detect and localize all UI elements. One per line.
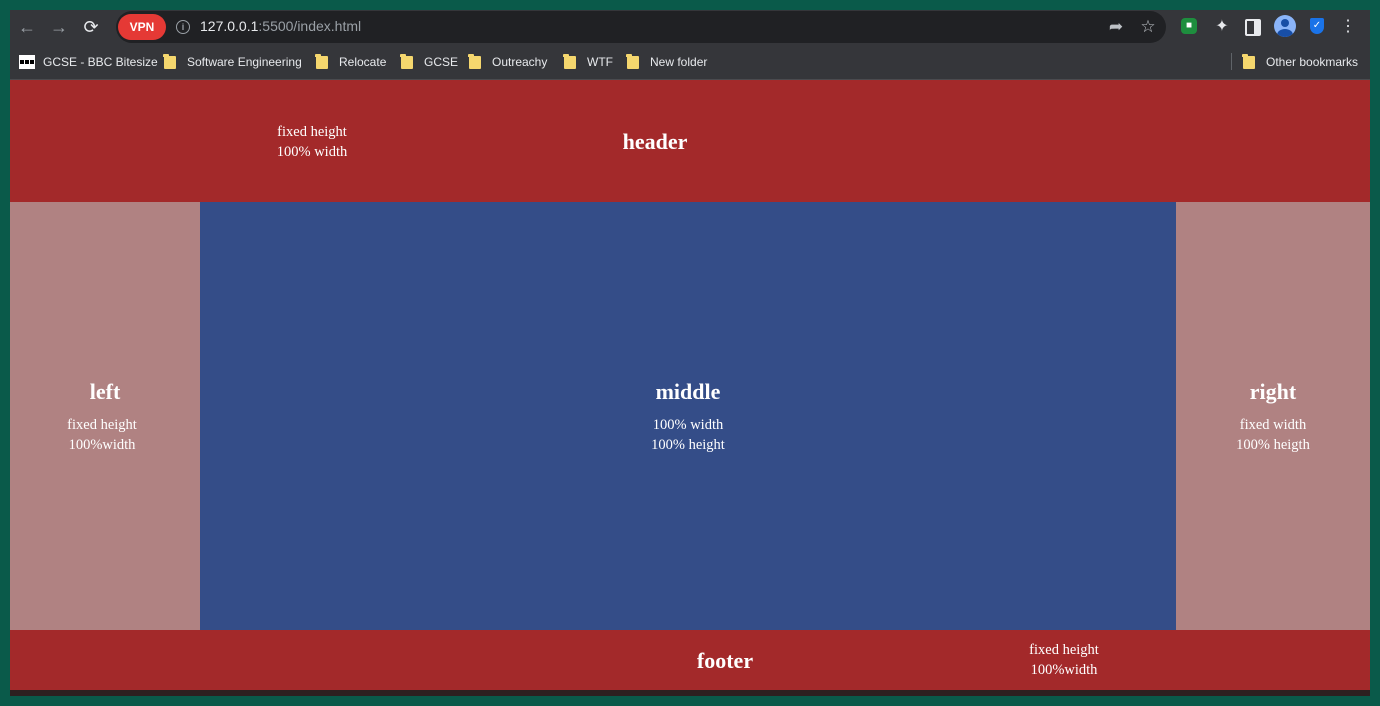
- forward-button[interactable]: →: [47, 15, 71, 39]
- bookmark-label: GCSE - BBC Bitesize: [43, 55, 158, 69]
- url-host: 127.0.0.1: [200, 18, 259, 34]
- folder-icon: [626, 53, 639, 69]
- extensions-puzzle-icon[interactable]: ✦: [1210, 15, 1234, 39]
- folder-icon: [468, 53, 481, 69]
- browser-toolbar: ← → ⟳ VPN i 127.0.0.1:5500/index.html ➦ …: [10, 10, 1370, 44]
- bookmark-label: Outreachy: [492, 55, 548, 69]
- bookmarks-divider: [1231, 53, 1232, 70]
- bookmark-wtf[interactable]: WTF: [563, 53, 613, 71]
- bookmark-label: New folder: [650, 55, 708, 69]
- middle-note-line2: 100% height: [651, 437, 725, 453]
- folder-icon: [400, 53, 413, 69]
- left-title: left: [89, 379, 121, 404]
- web-page: fixed height 100% width header left fixe…: [10, 80, 1370, 696]
- folder-icon: [563, 53, 576, 69]
- site-info-icon[interactable]: i: [176, 20, 190, 34]
- footer-title: footer: [696, 648, 754, 673]
- right-note: fixed width 100% heigth: [1223, 415, 1323, 455]
- middle-note: 100% width 100% height: [638, 415, 738, 455]
- header-title: header: [622, 129, 688, 154]
- bbc-icon: [19, 55, 35, 69]
- address-bar[interactable]: VPN i 127.0.0.1:5500/index.html ➦ ☆: [116, 11, 1166, 43]
- share-icon[interactable]: ➦: [1104, 15, 1128, 39]
- footer-note-line2: 100%width: [1030, 662, 1098, 678]
- header-note-line1: fixed height: [277, 124, 347, 140]
- bookmark-relocate[interactable]: Relocate: [315, 53, 387, 71]
- header-note-line2: 100% width: [276, 144, 348, 160]
- reload-button[interactable]: ⟳: [79, 15, 103, 39]
- header-note: fixed height 100% width: [262, 122, 362, 162]
- bookmark-label: WTF: [587, 55, 613, 69]
- header-section: fixed height 100% width header: [10, 80, 1370, 202]
- footer-note: fixed height 100%width: [1014, 640, 1114, 680]
- other-bookmarks[interactable]: Other bookmarks: [1242, 53, 1359, 71]
- more-menu-icon[interactable]: ⋮: [1336, 15, 1360, 39]
- shield-extension-icon[interactable]: ✓: [1310, 18, 1324, 34]
- bookmark-software-engineering[interactable]: Software Engineering: [163, 53, 302, 71]
- browser-window: ← → ⟳ VPN i 127.0.0.1:5500/index.html ➦ …: [10, 10, 1370, 696]
- bookmark-label: Software Engineering: [187, 55, 302, 69]
- bookmark-gcse[interactable]: GCSE: [400, 53, 459, 71]
- footer-note-line1: fixed height: [1029, 642, 1099, 658]
- right-title: right: [1249, 379, 1297, 404]
- page-bottom-strip: [10, 690, 1370, 696]
- left-note: fixed height 100%width: [52, 415, 152, 455]
- right-note-line2: 100% heigth: [1236, 437, 1310, 453]
- right-note-line1: fixed width: [1239, 417, 1307, 433]
- bookmark-outreachy[interactable]: Outreachy: [468, 53, 548, 71]
- password-extension-icon[interactable]: ■: [1181, 18, 1197, 34]
- middle-note-line1: 100% width: [652, 417, 724, 433]
- other-bookmarks-label: Other bookmarks: [1266, 55, 1359, 69]
- left-note-line1: fixed height: [67, 417, 137, 433]
- footer-section: footer fixed height 100%width: [10, 630, 1370, 690]
- bookmark-bbc-bitesize[interactable]: GCSE - BBC Bitesize: [19, 53, 158, 71]
- middle-title: middle: [655, 379, 721, 404]
- folder-icon: [315, 53, 328, 69]
- middle-section: middle 100% width 100% height: [200, 202, 1176, 630]
- profile-avatar[interactable]: [1274, 15, 1296, 37]
- right-section: right fixed width 100% heigth: [1176, 202, 1370, 630]
- folder-icon: [1242, 53, 1255, 69]
- bookmark-label: Relocate: [339, 55, 387, 69]
- folder-icon: [163, 53, 176, 69]
- side-panel-icon[interactable]: [1245, 19, 1261, 36]
- url-text[interactable]: 127.0.0.1:5500/index.html: [200, 18, 361, 34]
- back-button[interactable]: ←: [15, 15, 39, 39]
- bookmarks-bar: GCSE - BBC Bitesize Software Engineering…: [10, 44, 1370, 80]
- bookmark-star-icon[interactable]: ☆: [1136, 15, 1160, 39]
- url-path: :5500/index.html: [258, 18, 362, 34]
- bookmark-label: GCSE: [424, 55, 459, 69]
- vpn-button[interactable]: VPN: [118, 14, 166, 40]
- bookmark-new-folder[interactable]: New folder: [626, 53, 708, 71]
- left-section: left fixed height 100%width: [10, 202, 200, 630]
- left-note-line2: 100%width: [68, 437, 136, 453]
